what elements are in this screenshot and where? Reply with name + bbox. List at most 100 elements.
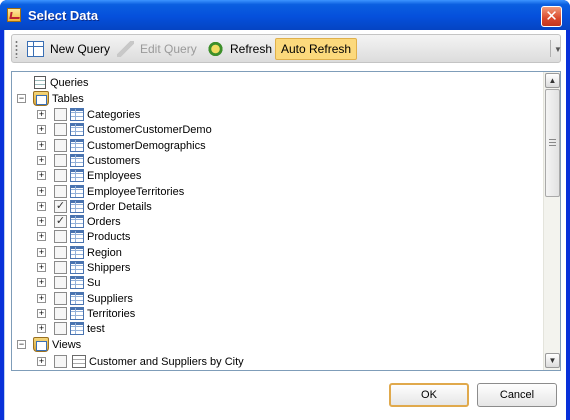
expand-icon[interactable]: + xyxy=(37,263,46,272)
expand-icon[interactable]: + xyxy=(37,248,46,257)
table-checkbox[interactable] xyxy=(54,185,67,198)
expand-icon[interactable]: + xyxy=(37,278,46,287)
auto-refresh-button[interactable]: Auto Refresh xyxy=(275,38,358,60)
table-icon xyxy=(70,108,84,121)
select-data-dialog: Select Data ✕ New Query Edit Query Refre… xyxy=(0,0,570,420)
table-icon xyxy=(70,292,84,305)
table-checkbox[interactable] xyxy=(54,139,67,152)
auto-refresh-label: Auto Refresh xyxy=(281,42,352,56)
table-icon xyxy=(70,154,84,167)
refresh-icon xyxy=(207,41,224,57)
collapse-icon[interactable]: − xyxy=(17,94,26,103)
table-icon xyxy=(70,230,84,243)
edit-query-label: Edit Query xyxy=(140,42,197,56)
view-checkbox[interactable] xyxy=(54,355,67,368)
queries-label: Queries xyxy=(50,77,89,89)
ok-button[interactable]: OK xyxy=(389,383,469,407)
table-checkbox[interactable] xyxy=(54,276,67,289)
table-name: CustomerDemographics xyxy=(87,140,206,152)
table-icon xyxy=(70,246,84,259)
expand-icon[interactable]: + xyxy=(37,202,46,211)
table-checkbox[interactable] xyxy=(54,123,67,136)
scroll-grip-icon xyxy=(549,138,556,146)
expand-icon[interactable]: + xyxy=(37,171,46,180)
table-icon xyxy=(70,185,84,198)
cancel-button[interactable]: Cancel xyxy=(477,383,557,407)
expand-icon[interactable]: + xyxy=(37,141,46,150)
table-name: Shippers xyxy=(87,262,131,274)
database-icon xyxy=(33,91,49,106)
table-name: Territories xyxy=(87,308,136,320)
table-checkbox[interactable] xyxy=(54,108,67,121)
toolbar-separator xyxy=(550,40,551,57)
edit-query-icon xyxy=(117,41,134,57)
expand-icon[interactable]: + xyxy=(37,156,46,165)
table-icon xyxy=(70,276,84,289)
expand-icon[interactable]: + xyxy=(37,110,46,119)
toolbar-overflow-icon[interactable]: ▼ xyxy=(554,45,562,54)
app-chart-icon xyxy=(7,8,21,22)
table-checkbox[interactable]: ✓ xyxy=(54,200,67,213)
table-icon xyxy=(70,200,84,213)
close-button[interactable]: ✕ xyxy=(541,6,562,27)
toolbar: New Query Edit Query Refresh Auto Refres… xyxy=(11,34,562,63)
queries-icon xyxy=(34,76,46,89)
collapse-icon[interactable]: − xyxy=(17,340,26,349)
table-icon xyxy=(70,322,84,335)
scroll-down-icon[interactable]: ▼ xyxy=(545,353,560,368)
table-name: Products xyxy=(87,231,131,243)
database-icon xyxy=(33,337,49,352)
expand-icon[interactable]: + xyxy=(37,324,46,333)
table-name: Categories xyxy=(87,109,141,121)
table-icon xyxy=(70,307,84,320)
views-label: Views xyxy=(52,339,82,351)
expand-icon[interactable]: + xyxy=(37,294,46,303)
toolbar-grip-icon[interactable] xyxy=(15,40,18,58)
expand-icon[interactable]: + xyxy=(37,125,46,134)
table-icon xyxy=(70,123,84,136)
title-bar[interactable]: Select Data ✕ xyxy=(0,0,570,30)
table-checkbox[interactable] xyxy=(54,292,67,305)
table-checkbox[interactable] xyxy=(54,307,67,320)
table-icon xyxy=(70,139,84,152)
table-icon xyxy=(70,261,84,274)
table-checkbox[interactable] xyxy=(54,322,67,335)
refresh-button[interactable]: Refresh xyxy=(202,38,277,60)
expand-icon[interactable]: + xyxy=(37,187,46,196)
table-checkbox[interactable] xyxy=(54,154,67,167)
new-query-icon xyxy=(27,41,44,57)
table-name: Region xyxy=(87,247,122,259)
dialog-client-area: New Query Edit Query Refresh Auto Refres… xyxy=(4,30,566,420)
table-name: Customers xyxy=(87,155,141,167)
table-icon xyxy=(70,215,84,228)
refresh-label: Refresh xyxy=(230,42,273,56)
table-checkbox[interactable]: ✓ xyxy=(54,215,67,228)
table-name: Suppliers xyxy=(87,293,133,305)
expand-icon[interactable]: + xyxy=(37,357,46,366)
table-name: Orders xyxy=(87,216,121,228)
table-icon xyxy=(70,169,84,182)
data-source-tree[interactable]: Queries − Tables + Categories + CustomerCus… xyxy=(11,71,561,371)
view-name: Customer and Suppliers by City xyxy=(89,356,244,368)
scroll-up-icon[interactable]: ▲ xyxy=(545,73,560,88)
expand-icon[interactable]: + xyxy=(37,217,46,226)
expand-icon[interactable]: + xyxy=(37,309,46,318)
table-name: CustomerCustomerDemo xyxy=(87,124,212,136)
new-query-label: New Query xyxy=(50,42,111,56)
view-icon xyxy=(72,355,86,368)
table-name: Su xyxy=(87,277,101,289)
table-checkbox[interactable] xyxy=(54,246,67,259)
table-checkbox[interactable] xyxy=(54,169,67,182)
table-checkbox[interactable] xyxy=(54,230,67,243)
vertical-scrollbar[interactable]: ▲ ▼ xyxy=(543,72,560,370)
dialog-title: Select Data xyxy=(28,8,99,23)
table-name: Employees xyxy=(87,170,142,182)
expand-icon[interactable]: + xyxy=(37,232,46,241)
table-name: EmployeeTerritories xyxy=(87,186,185,198)
edit-query-button[interactable]: Edit Query xyxy=(112,38,202,60)
table-name: Order Details xyxy=(87,201,152,213)
table-checkbox[interactable] xyxy=(54,261,67,274)
scroll-thumb[interactable] xyxy=(545,89,560,197)
new-query-button[interactable]: New Query xyxy=(22,38,115,60)
tables-label: Tables xyxy=(52,93,84,105)
